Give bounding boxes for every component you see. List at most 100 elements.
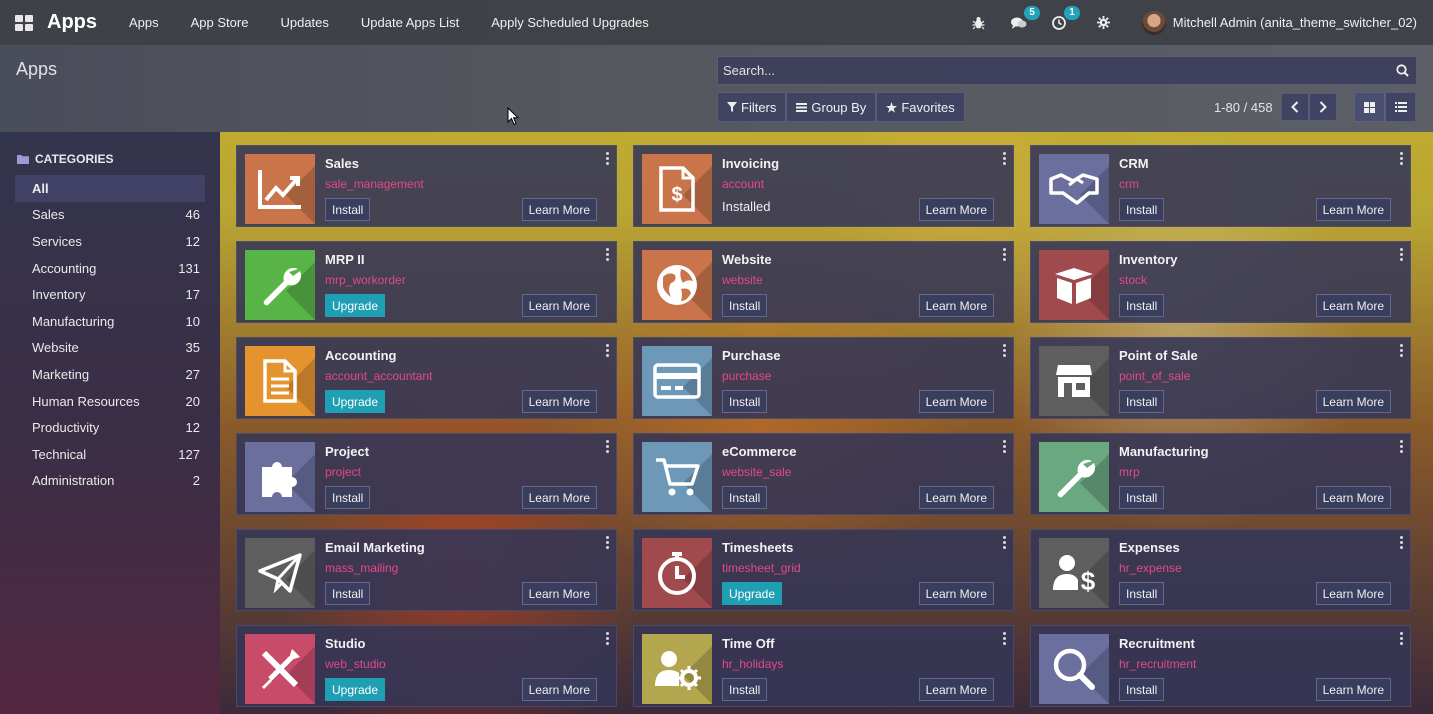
install-button[interactable]: Install [1119,678,1165,701]
app-card-point-of-sale[interactable]: Point of Sale point_of_sale Install Learn M… [1030,337,1411,419]
app-card-crm[interactable]: CRM crm Install Learn More [1030,145,1411,227]
install-button[interactable]: Install [1119,486,1165,509]
app-card-manufacturing[interactable]: Manufacturing mrp Install Learn More [1030,433,1411,515]
category-item-website[interactable]: Website 35 [15,335,205,362]
app-card-mrp-ii[interactable]: MRP II mrp_workorder Upgrade Learn More [236,241,617,323]
kanban-view-button[interactable] [1354,92,1385,122]
app-card-time-off[interactable]: Time Off hr_holidays Install Learn More [633,625,1014,707]
user-menu[interactable]: Mitchell Admin (anita_theme_switcher_02) [1141,10,1417,35]
install-button[interactable]: Install [722,678,768,701]
learn-more-button[interactable]: Learn More [521,678,597,701]
clock-icon[interactable]: 1 [1050,5,1080,32]
category-item-marketing[interactable]: Marketing 27 [15,361,205,388]
learn-more-button[interactable]: Learn More [521,486,597,509]
card-menu-icon[interactable] [1003,344,1007,357]
card-menu-icon[interactable] [1003,152,1007,165]
app-brand[interactable]: Apps [47,11,97,34]
upgrade-button[interactable]: Upgrade [325,294,386,317]
search-input[interactable] [723,63,1388,78]
card-menu-icon[interactable] [1400,440,1404,453]
learn-more-button[interactable]: Learn More [918,678,994,701]
app-card-accounting[interactable]: Accounting account_accountant Upgrade Learn… [236,337,617,419]
card-menu-icon[interactable] [606,248,610,261]
learn-more-button[interactable]: Learn More [521,198,597,221]
learn-more-button[interactable]: Learn More [1315,678,1391,701]
menu-app-store[interactable]: App Store [175,15,265,30]
category-item-productivity[interactable]: Productivity 12 [15,414,205,441]
pager-previous-button[interactable] [1280,93,1309,121]
learn-more-button[interactable]: Learn More [1315,294,1391,317]
pager-next-button[interactable] [1308,93,1337,121]
card-menu-icon[interactable] [606,536,610,549]
card-menu-icon[interactable] [1400,152,1404,165]
install-button[interactable]: Install [1119,198,1165,221]
learn-more-button[interactable]: Learn More [521,390,597,413]
pager-value[interactable]: 1-80 / 458 [1214,100,1273,115]
install-button[interactable]: Install [722,294,768,317]
upgrade-button[interactable]: Upgrade [325,390,386,413]
category-item-technical[interactable]: Technical 127 [15,441,205,468]
category-item-manufacturing[interactable]: Manufacturing 10 [15,308,205,335]
search-icon[interactable] [1388,64,1416,77]
app-card-purchase[interactable]: Purchase purchase Install Learn More [633,337,1014,419]
app-card-inventory[interactable]: Inventory stock Install Learn More [1030,241,1411,323]
install-button[interactable]: Install [325,198,371,221]
category-item-sales[interactable]: Sales 46 [15,202,205,229]
learn-more-button[interactable]: Learn More [1315,198,1391,221]
gear-icon[interactable] [1095,14,1113,32]
app-card-timesheets[interactable]: Timesheets timesheet_grid Upgrade Learn Mor… [633,529,1014,611]
install-button[interactable]: Install [722,486,768,509]
app-card-invoicing[interactable]: $ Invoicing account Installed Learn More [633,145,1014,227]
upgrade-button[interactable]: Upgrade [325,678,386,701]
bug-icon[interactable] [970,14,988,32]
app-card-sales[interactable]: Sales sale_management Install Learn More [236,145,617,227]
card-menu-icon[interactable] [1003,632,1007,645]
learn-more-button[interactable]: Learn More [1315,486,1391,509]
card-menu-icon[interactable] [1400,536,1404,549]
learn-more-button[interactable]: Learn More [1315,582,1391,605]
category-item-services[interactable]: Services 12 [15,228,205,255]
card-menu-icon[interactable] [1003,536,1007,549]
learn-more-button[interactable]: Learn More [1315,390,1391,413]
app-card-project[interactable]: Project project Install Learn More [236,433,617,515]
menu-apply-scheduled-upgrades[interactable]: Apply Scheduled Upgrades [475,15,665,30]
app-card-ecommerce[interactable]: eCommerce website_sale Install Learn More [633,433,1014,515]
favorites-button[interactable]: Favorites [876,92,965,122]
learn-more-button[interactable]: Learn More [521,582,597,605]
install-button[interactable]: Install [722,390,768,413]
install-button[interactable]: Install [325,486,371,509]
app-card-website[interactable]: Website website Install Learn More [633,241,1014,323]
category-item-accounting[interactable]: Accounting 131 [15,255,205,282]
learn-more-button[interactable]: Learn More [918,294,994,317]
app-menu-icon[interactable] [15,14,33,31]
category-item-all[interactable]: All [15,175,205,202]
app-card-email-marketing[interactable]: Email Marketing mass_mailing Install Learn … [236,529,617,611]
card-menu-icon[interactable] [1400,344,1404,357]
install-button[interactable]: Install [325,582,371,605]
card-menu-icon[interactable] [1003,440,1007,453]
card-menu-icon[interactable] [1400,248,1404,261]
filters-button[interactable]: Filters [717,92,787,122]
install-button[interactable]: Install [1119,294,1165,317]
app-card-expenses[interactable]: $ Expenses hr_expense Install Learn More [1030,529,1411,611]
category-item-administration[interactable]: Administration 2 [15,468,205,495]
app-card-recruitment[interactable]: Recruitment hr_recruitment Install Learn Mo… [1030,625,1411,707]
learn-more-button[interactable]: Learn More [918,390,994,413]
menu-updates[interactable]: Updates [264,15,344,30]
category-item-inventory[interactable]: Inventory 17 [15,281,205,308]
learn-more-button[interactable]: Learn More [918,582,994,605]
menu-apps[interactable]: Apps [113,15,175,30]
learn-more-button[interactable]: Learn More [521,294,597,317]
install-button[interactable]: Install [1119,582,1165,605]
card-menu-icon[interactable] [1003,248,1007,261]
card-menu-icon[interactable] [606,632,610,645]
category-item-human-resources[interactable]: Human Resources 20 [15,388,205,415]
upgrade-button[interactable]: Upgrade [722,582,783,605]
menu-update-apps-list[interactable]: Update Apps List [345,15,475,30]
groupby-button[interactable]: Group By [786,92,877,122]
card-menu-icon[interactable] [606,440,610,453]
card-menu-icon[interactable] [606,344,610,357]
card-menu-icon[interactable] [1400,632,1404,645]
install-button[interactable]: Install [1119,390,1165,413]
list-view-button[interactable] [1385,92,1416,122]
